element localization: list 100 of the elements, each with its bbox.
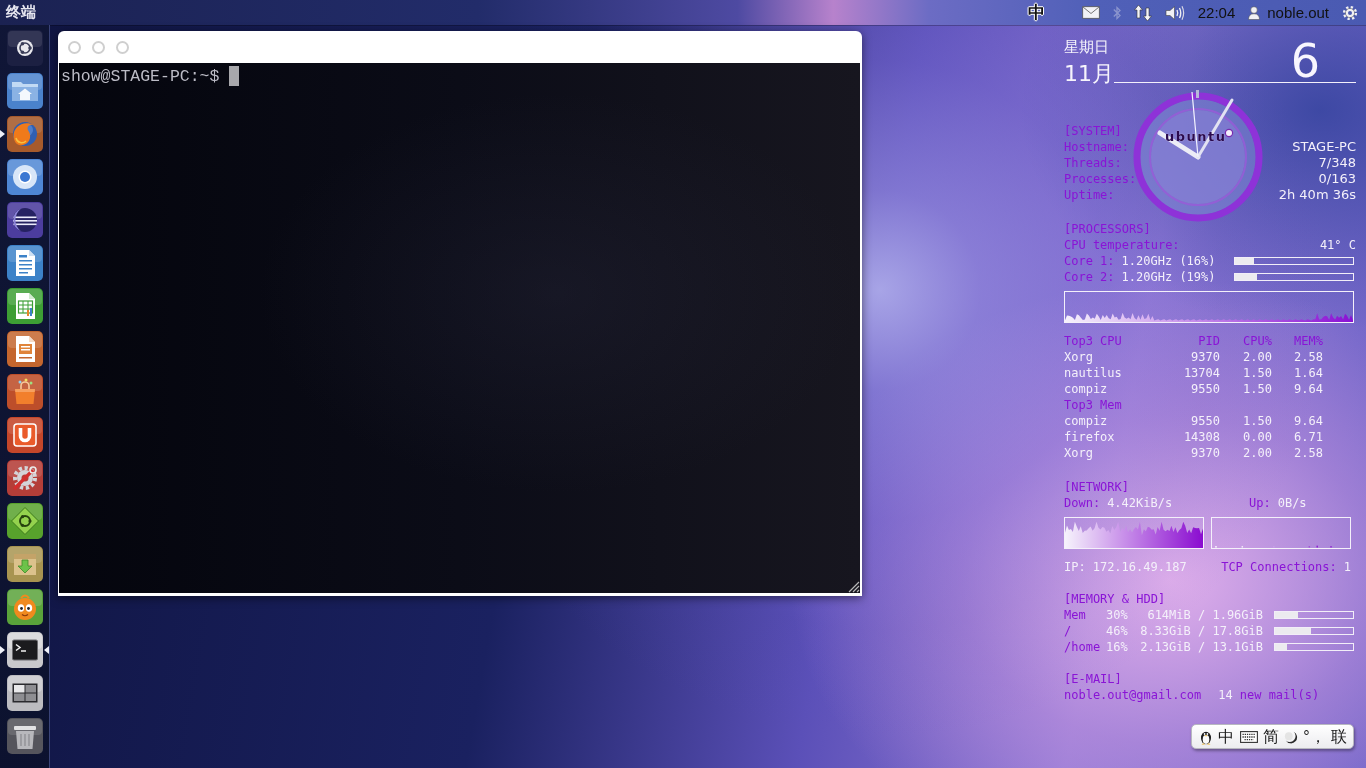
section-heading: [E-MAIL] [1064,671,1122,687]
table-cell-text: compiz [1064,381,1109,397]
mail-count: 14 [1218,687,1233,703]
circle-logo-icon [6,30,43,66]
stat-label: Processes: [1064,171,1137,187]
table-cell-text: nautilus [1064,365,1123,381]
stat-value: 46% [1106,623,1129,639]
document-icon [6,245,43,281]
stat-value: 30% [1106,607,1129,623]
script-toggle[interactable]: 简 [1262,726,1279,747]
stat-value: 16% [1106,639,1129,655]
column-header: CPU% [1242,333,1272,349]
weekday-label: 星期日 [1064,37,1110,57]
table-cell-text: 2.00 [1242,349,1272,365]
month-label: 11月 [1064,61,1114,87]
table-cell-text: 9.64 [1293,413,1323,429]
mail-count-label: new mail(s) [1239,687,1320,703]
horseshoe-icon [6,417,43,453]
gear-wrench-icon [6,460,43,496]
volume-icon[interactable] [1164,4,1185,21]
terminal-icon [6,632,43,668]
network-toggle[interactable]: 联 [1331,726,1347,747]
section-heading: [SYSTEM] [1064,123,1122,139]
table-cell-text: 9550 [1190,413,1220,429]
stat-value: 0/163 [1318,171,1356,187]
table-cell-text: 9550 [1190,381,1220,397]
table-cell-text: 1.50 [1242,365,1272,381]
gear-icon[interactable] [1342,4,1358,21]
stat-label: IP: [1064,559,1086,575]
presentation-icon [6,331,43,367]
table-cell-text: compiz [1064,413,1109,429]
stat-value: 172.16.49.187 [1092,559,1187,575]
focus-indicator-icon [44,646,49,654]
trash-icon [6,718,43,754]
mail-icon[interactable] [1081,6,1100,19]
stat-value: 8.33GiB / 17.8GiB [1139,623,1263,639]
stat-label: TCP Connections: [1221,559,1337,575]
section-heading: [PROCESSORS] [1064,221,1151,237]
stat-value: 1 [1343,559,1351,575]
cube-icon [6,503,43,539]
terminal-prompt: show@STAGE-PC:~$ [61,66,220,86]
stat-value: 614MiB / 1.96GiB [1146,607,1263,623]
stat-value: 1.20GHz (19%) [1121,269,1216,285]
input-mode-toggle[interactable]: 中 [1218,726,1235,747]
table-cell-text: 1.50 [1242,413,1272,429]
table-cell-text: 9.64 [1293,381,1323,397]
stat-value: 0B/s [1277,495,1307,511]
column-header: PID [1197,333,1220,349]
table-cell-text: 9370 [1190,349,1220,365]
stat-label: / [1064,623,1073,639]
table-subheading: Top3 Mem [1064,397,1123,413]
table-cell-text: 14308 [1182,429,1220,445]
keyboard-icon[interactable] [1239,730,1258,743]
browser-globe-icon [6,116,43,152]
stat-value: 2.13GiB / 13.1GiB [1139,639,1263,655]
input-method-indicator[interactable]: 中 [1027,2,1045,23]
shopping-bag-icon [6,374,43,410]
network-arrows-icon[interactable] [1133,3,1152,22]
table-cell-text: 1.50 [1242,381,1272,397]
stat-value: 2h 40m 36s [1278,187,1356,203]
stat-value: 1.20GHz (16%) [1121,253,1216,269]
package-download-icon [6,546,43,582]
stat-value: 7/348 [1318,155,1356,171]
stat-label: Up: [1249,495,1271,511]
stat-label: /home [1064,639,1102,655]
stat-label: Threads: [1064,155,1122,171]
text-cursor [229,66,240,86]
table-cell-text: 9370 [1190,445,1220,461]
table-cell-text: 0.00 [1242,429,1272,445]
stat-value: STAGE-PC [1292,139,1356,155]
spreadsheet-icon [6,288,43,324]
table-cell-text: 1.64 [1293,365,1323,381]
stat-value: 4.42KiB/s [1107,495,1173,511]
table-cell-text: Xorg [1064,445,1094,461]
table-cell-text: 13704 [1182,365,1220,381]
launcher-item[interactable] [0,632,49,668]
stat-label: Mem [1064,607,1087,623]
column-header: Top3 CPU [1064,333,1123,349]
resize-grip-icon[interactable] [846,579,860,593]
email-address: noble.out@gmail.com [1064,687,1202,703]
table-cell-text: 2.58 [1293,445,1323,461]
user-icon[interactable] [1248,5,1261,20]
cartoon-face-icon [6,589,43,625]
stat-label: Uptime: [1064,187,1115,203]
table-cell-text: 6.71 [1293,429,1323,445]
stat-label: Down: [1064,495,1101,511]
workspaces-icon [6,675,43,711]
ring-icon [6,159,43,195]
section-heading: [NETWORK] [1064,479,1130,495]
day-number: 6 [1290,39,1320,87]
stat-label: Core 2: [1064,269,1115,285]
stat-label: CPU temperature: [1064,237,1180,253]
home-folder-icon [6,73,43,109]
table-cell-text: 2.00 [1242,445,1272,461]
table-cell-text: firefox [1064,429,1116,445]
stat-label: Core 1: [1064,253,1115,269]
table-cell-text: Xorg [1064,349,1094,365]
column-header: MEM% [1293,333,1323,349]
table-cell-text: 2.58 [1293,349,1323,365]
punctuation-toggle[interactable]: °， [1303,726,1326,747]
